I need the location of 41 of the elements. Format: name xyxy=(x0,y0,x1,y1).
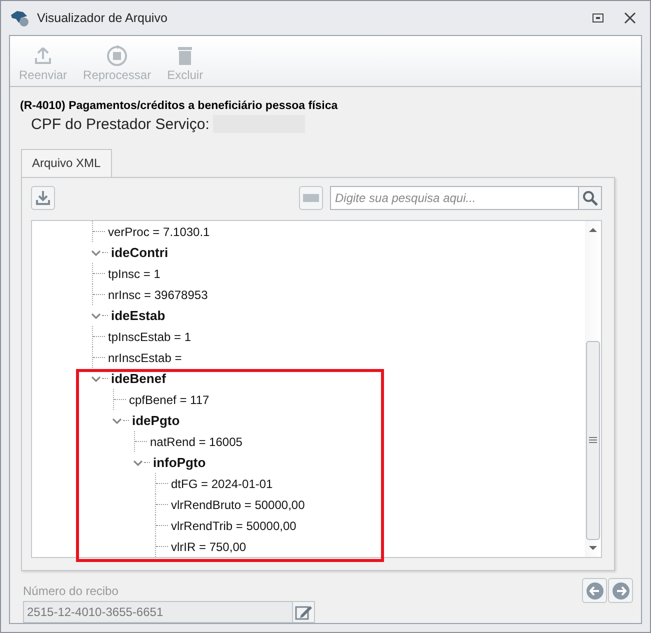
receipt-label: Número do recibo xyxy=(23,584,120,598)
receipt-value: 2515-12-4010-3655-6651 xyxy=(26,604,164,621)
close-icon[interactable] xyxy=(624,12,636,24)
restore-icon[interactable] xyxy=(592,13,604,23)
tree-node[interactable]: ideBenef xyxy=(111,371,166,386)
tree-leaf[interactable]: natRend = 16005 xyxy=(150,434,242,448)
app-icon xyxy=(9,9,31,27)
tree-leaf[interactable]: vlrRendBruto = 50000,00 xyxy=(171,498,305,512)
pencil-icon xyxy=(294,604,312,620)
tree-node[interactable]: ideContri xyxy=(111,245,168,260)
upload-icon xyxy=(33,46,54,66)
tree-leaf[interactable]: nrInsc = 39678953 xyxy=(108,288,208,302)
tree-node[interactable]: idePgto xyxy=(132,413,180,428)
tree-leaf[interactable]: vlrRendTrib = 50000,00 xyxy=(171,518,296,532)
tree-node[interactable]: infoPgto xyxy=(153,455,206,470)
tree-leaf[interactable]: vlrIR = 750,00 xyxy=(171,540,246,554)
tree-leaf[interactable]: cpfBenef = 117 xyxy=(129,392,210,406)
download-button[interactable] xyxy=(31,186,55,210)
window-title: Visualizador de Arquivo xyxy=(37,11,168,25)
tree-node[interactable]: ideEstab xyxy=(111,308,166,323)
tree-leaf[interactable]: dtFG = 2024-01-01 xyxy=(171,476,273,490)
scroll-up-icon[interactable] xyxy=(588,226,598,234)
trash-icon xyxy=(176,44,194,66)
grip-icon xyxy=(589,437,597,444)
scrollbar[interactable] xyxy=(585,221,601,557)
tree-leaf[interactable]: nrInscEstab = xyxy=(108,350,182,364)
scroll-thumb[interactable] xyxy=(586,340,600,540)
next-button[interactable] xyxy=(608,578,633,603)
search-icon xyxy=(582,190,598,206)
edit-button[interactable] xyxy=(292,602,314,622)
tab[interactable]: Arquivo XML xyxy=(21,149,112,177)
previous-button[interactable] xyxy=(582,578,607,603)
scroll-down-icon[interactable] xyxy=(588,544,598,552)
search-field[interactable]: Digite sua pesquisa aqui... xyxy=(330,186,579,210)
record-heading: (R-4010) Pagamentos/créditos a beneficiário pessoa física xyxy=(20,100,339,112)
tree-leaf[interactable]: verProc = 7.1030.1 xyxy=(108,224,210,238)
search-button[interactable] xyxy=(579,186,602,210)
tree-leaf[interactable]: tpInscEstab = 1 xyxy=(108,330,192,344)
cpf-label: CPF do Prestador Serviço: xyxy=(31,116,210,132)
tree-leaf[interactable]: tpInsc = 1 xyxy=(108,266,160,280)
download-icon xyxy=(35,190,51,206)
